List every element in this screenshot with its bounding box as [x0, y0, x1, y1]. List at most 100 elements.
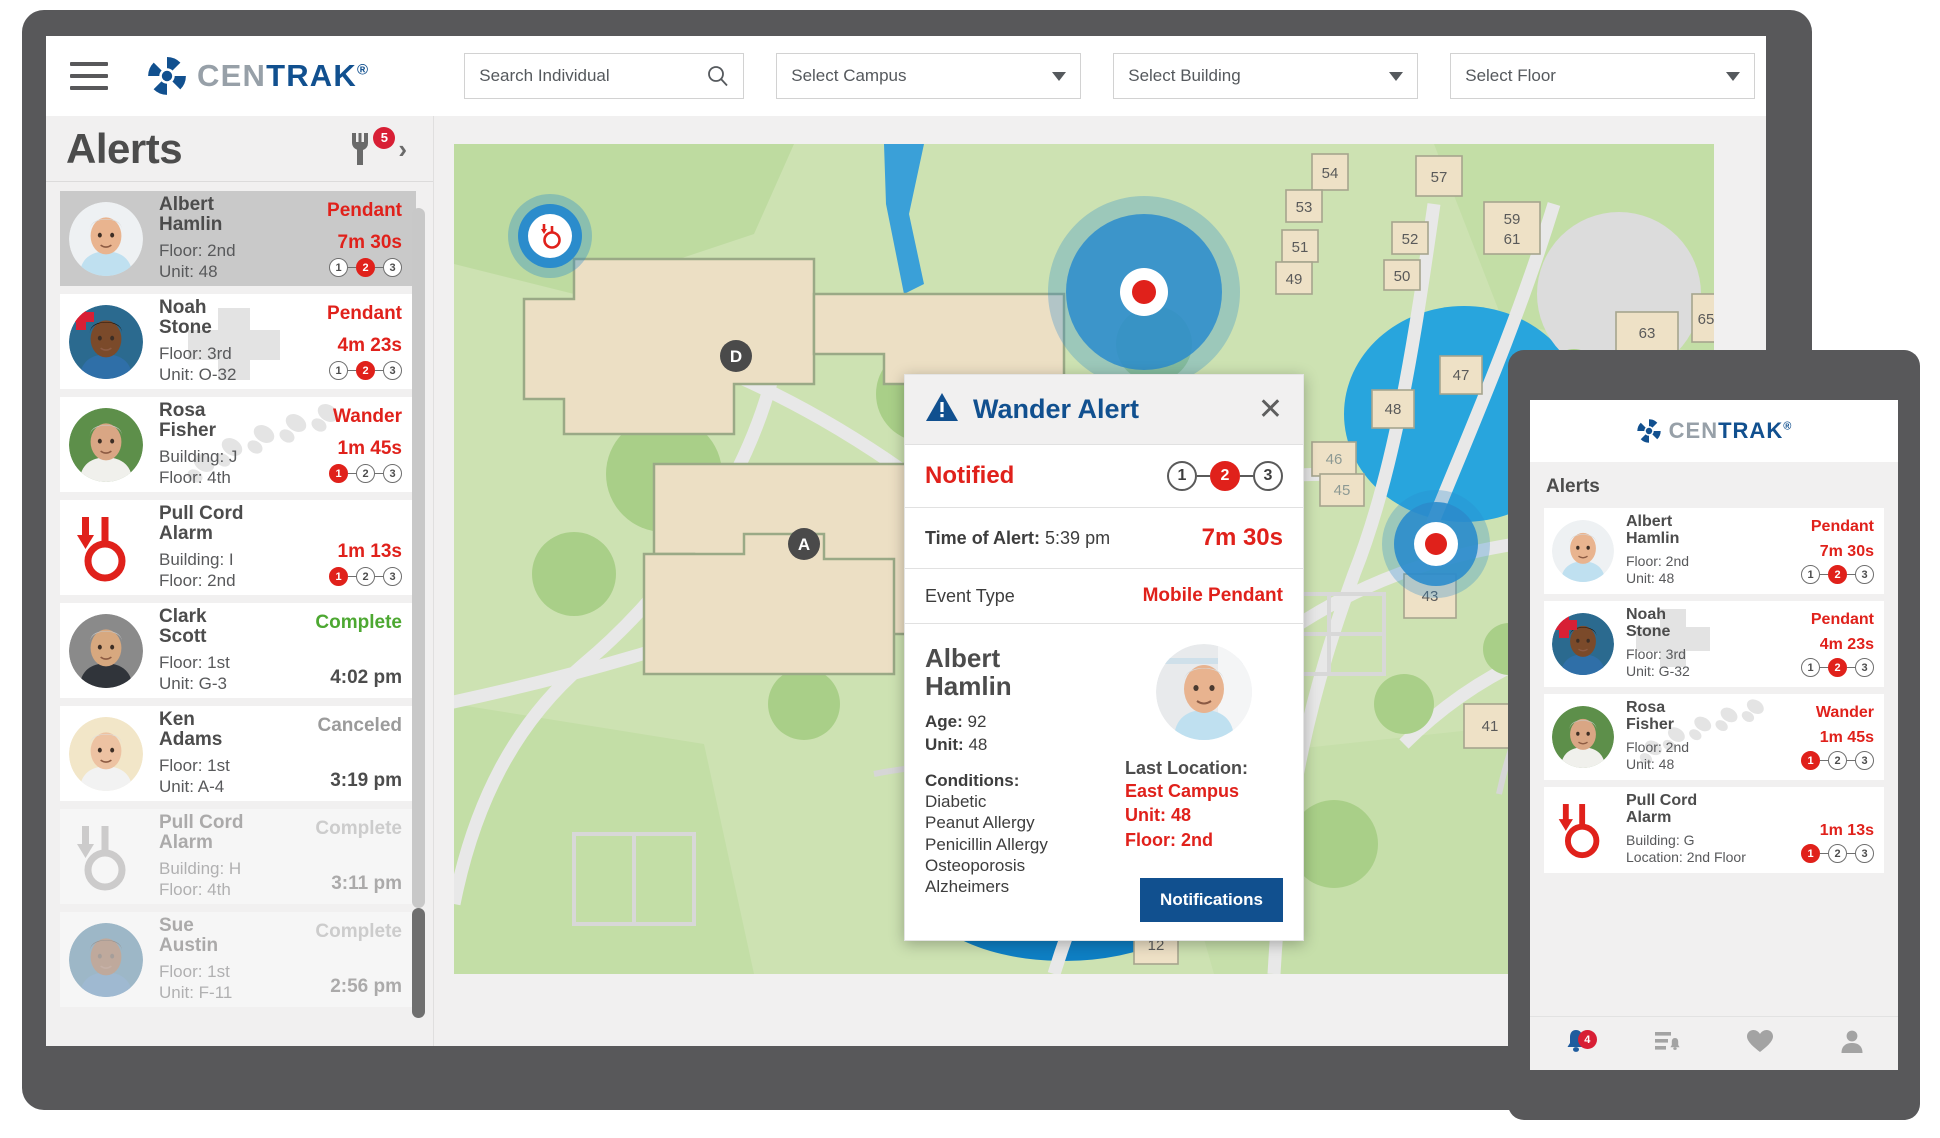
- avatar: [69, 613, 143, 688]
- step-2[interactable]: 2: [1828, 844, 1847, 863]
- step-1[interactable]: 1: [329, 567, 348, 586]
- alert-list-item[interactable]: Clark Scott Floor: 1st Unit: G-3 Complete 4:0…: [60, 603, 416, 698]
- step-1[interactable]: 1: [1801, 844, 1820, 863]
- centrak-logo-text: CENTRAK®: [197, 58, 369, 94]
- select-floor-label: Select Floor: [1465, 66, 1556, 85]
- step-2[interactable]: 2: [1828, 658, 1847, 677]
- mobile-nav-list-alert[interactable]: [1622, 1028, 1714, 1059]
- alert-status: Pendant 4m 23s 1 2 3: [284, 303, 402, 380]
- step-line: [348, 472, 356, 475]
- step-1[interactable]: 1: [329, 361, 348, 380]
- modal-step-1[interactable]: 1: [1167, 461, 1197, 491]
- alert-meta: Floor: 2nd Unit: 48: [159, 241, 236, 281]
- select-building-dropdown[interactable]: Select Building: [1113, 53, 1419, 99]
- step-3[interactable]: 3: [383, 464, 402, 483]
- mobile-alert-list[interactable]: Albert Hamlin Floor: 2nd Unit: 48 Pendant 7m …: [1530, 508, 1898, 873]
- patient-age: Age: 92: [925, 712, 1125, 732]
- mobile-nav-heart[interactable]: [1714, 1028, 1806, 1059]
- mobile-nav-bell[interactable]: 4: [1530, 1028, 1622, 1059]
- person-icon[interactable]: [1839, 1028, 1865, 1059]
- alert-list-item[interactable]: Sue Austin Floor: 1st Unit: F-11 Complete 2:5…: [60, 912, 416, 1007]
- modal-step-3[interactable]: 3: [1253, 461, 1283, 491]
- mobile-bottom-nav[interactable]: 4: [1530, 1016, 1898, 1070]
- step-line: [1820, 666, 1828, 669]
- condition-item: Alzheimers: [925, 877, 1010, 897]
- chevron-down-icon: [1726, 71, 1741, 81]
- step-2[interactable]: 2: [1828, 565, 1847, 584]
- mobile-nav-person[interactable]: [1806, 1028, 1898, 1059]
- step-line: [1820, 759, 1828, 762]
- alert-list-item[interactable]: Pull Cord Alarm Building: I Floor: 2nd 1m 13…: [60, 500, 416, 595]
- conditions-list: Diabetic Peanut Allergy Penicillin Allergy…: [925, 791, 1125, 897]
- step-indicator: 123: [1801, 844, 1874, 863]
- step-3[interactable]: 3: [1855, 565, 1874, 584]
- alert-time: 4:02 pm: [330, 667, 402, 688]
- logo-cen: CEN: [1668, 418, 1719, 443]
- step-2[interactable]: 2: [356, 258, 375, 277]
- step-2[interactable]: 2: [356, 361, 375, 380]
- notifications-button[interactable]: Notifications: [1140, 877, 1283, 922]
- alert-list-item[interactable]: Rosa Fisher Building: J Floor: 4th Wander 1m …: [60, 397, 416, 492]
- alert-list-item[interactable]: Ken Adams Floor: 1st Unit: A-4 Canceled 3:19 …: [60, 706, 416, 801]
- alert-list-item[interactable]: Pull Cord Alarm Building: H Floor: 4th Compl…: [60, 809, 416, 904]
- svg-text:52: 52: [1402, 231, 1419, 248]
- hamburger-menu-icon[interactable]: [70, 62, 108, 90]
- step-indicator: 123: [329, 567, 402, 586]
- step-3[interactable]: 3: [1855, 658, 1874, 677]
- unit-label: Unit:: [925, 735, 964, 755]
- step-3[interactable]: 3: [383, 567, 402, 586]
- step-2[interactable]: 2: [356, 464, 375, 483]
- alert-status: 1m 13s 1 2 3: [284, 509, 402, 586]
- alert-info: Rosa Fisher Building: J Floor: 4th: [143, 401, 284, 487]
- step-line: [375, 266, 383, 269]
- modal-step-2[interactable]: 2: [1210, 461, 1240, 491]
- mobile-alert-list-item[interactable]: Rosa Fisher Floor: 2nd Unit: 48 Wander 1m 45s…: [1544, 694, 1884, 780]
- alert-time: 1m 45s: [1819, 729, 1874, 746]
- alerts-header-actions: 5 ›: [346, 126, 407, 167]
- step-3[interactable]: 3: [383, 258, 402, 277]
- sidebar-scrollbar[interactable]: [412, 198, 425, 1028]
- alert-list-item[interactable]: Albert Hamlin Floor: 2nd Unit: 48 Pendant 7m …: [60, 191, 416, 286]
- search-input[interactable]: Search Individual: [464, 53, 745, 99]
- logo-registered: ®: [1783, 420, 1793, 433]
- step-3[interactable]: 3: [383, 361, 402, 380]
- alert-info: Noah Stone Floor: 3rd Unit: G-32: [1614, 606, 1782, 679]
- step-3[interactable]: 3: [1855, 844, 1874, 863]
- heart-icon[interactable]: [1746, 1028, 1774, 1059]
- wander-alert-modal[interactable]: Wander Alert ✕ Notified 1 2 3 Time of Al…: [904, 374, 1304, 941]
- step-line: [1847, 573, 1855, 576]
- list-alert-icon[interactable]: [1654, 1028, 1682, 1059]
- search-icon[interactable]: [707, 65, 729, 87]
- alert-list-item[interactable]: Noah Stone Floor: 3rd Unit: O-32 Pendant 4m 2…: [60, 294, 416, 389]
- unit-value: 48: [968, 735, 988, 755]
- alert-list[interactable]: Albert Hamlin Floor: 2nd Unit: 48 Pendant 7m …: [46, 183, 434, 1046]
- wrench-icon[interactable]: 5: [346, 126, 396, 167]
- medical-cross-badge: [69, 304, 95, 331]
- modal-status-row: Notified 1 2 3: [905, 445, 1303, 508]
- select-campus-dropdown[interactable]: Select Campus: [776, 53, 1082, 99]
- close-icon[interactable]: ✕: [1258, 394, 1283, 425]
- step-1[interactable]: 1: [329, 464, 348, 483]
- condition-item: Osteoporosis: [925, 855, 1026, 875]
- step-2[interactable]: 2: [1828, 751, 1847, 770]
- step-2[interactable]: 2: [356, 567, 375, 586]
- step-1[interactable]: 1: [1801, 751, 1820, 770]
- step-1[interactable]: 1: [1801, 658, 1820, 677]
- step-3[interactable]: 3: [1855, 751, 1874, 770]
- patient-last-name: Hamlin: [925, 671, 1012, 702]
- step-1[interactable]: 1: [329, 258, 348, 277]
- select-floor-dropdown[interactable]: Select Floor: [1450, 53, 1756, 99]
- alert-type: Pendant: [327, 200, 402, 221]
- chevron-right-icon[interactable]: ›: [398, 136, 407, 162]
- mobile-alert-list-item[interactable]: Albert Hamlin Floor: 2nd Unit: 48 Pendant 7m …: [1544, 508, 1884, 594]
- scrollbar-thumb[interactable]: [412, 208, 425, 908]
- mobile-alert-list-item[interactable]: Noah Stone Floor: 3rd Unit: G-32 Pendant 4m 2…: [1544, 601, 1884, 687]
- wrench-badge: 5: [373, 126, 396, 149]
- scrollbar-thumb-dark[interactable]: [412, 908, 425, 1018]
- svg-text:54: 54: [1322, 165, 1339, 182]
- alert-info: Ken Adams Floor: 1st Unit: A-4: [143, 710, 284, 796]
- mobile-alert-list-item[interactable]: Pull Cord Alarm Building: G Location: 2nd F…: [1544, 787, 1884, 873]
- step-1[interactable]: 1: [1801, 565, 1820, 584]
- alert-time: 4m 23s: [1819, 636, 1874, 653]
- logo-cen: CEN: [197, 58, 267, 93]
